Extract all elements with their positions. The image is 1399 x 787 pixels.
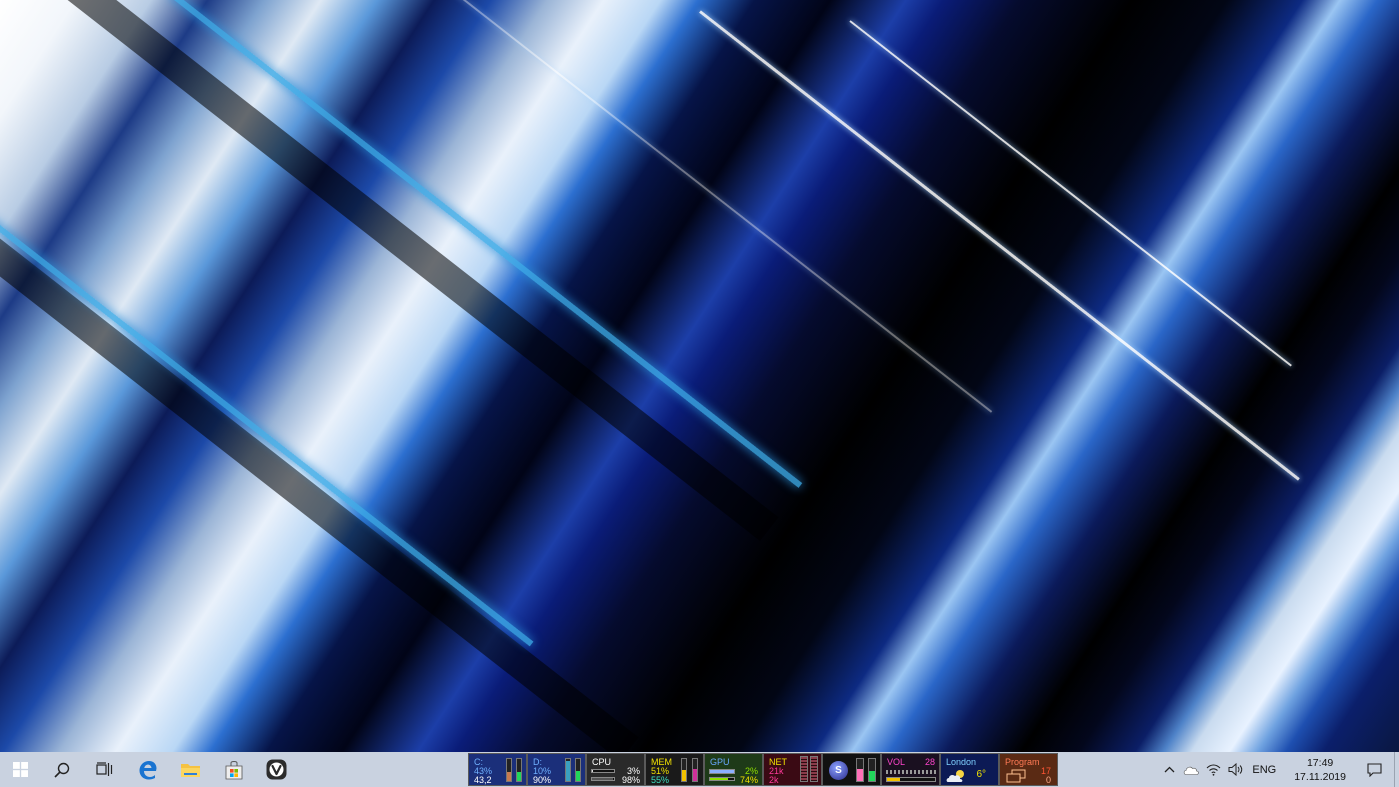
weather-city: London (946, 757, 977, 767)
start-button[interactable] (0, 752, 40, 787)
gpu-bar (709, 769, 735, 774)
system-tray: ENG 17:49 17.11.2019 (1158, 752, 1399, 787)
action-center-button[interactable] (1354, 752, 1394, 787)
show-desktop-button[interactable] (1394, 752, 1399, 787)
task-view-button[interactable] (83, 752, 126, 787)
drive-d-widget[interactable]: D: 10% 90% (527, 753, 586, 786)
memory-bar-2 (692, 758, 698, 782)
store-icon (225, 760, 242, 779)
input-language[interactable]: ENG (1246, 764, 1286, 776)
status-bar-2 (868, 758, 876, 782)
vivaldi-icon (266, 759, 287, 780)
edge-button[interactable] (126, 752, 169, 787)
volume-widget[interactable]: VOL 28 (881, 753, 940, 786)
chevron-up-icon (1164, 766, 1175, 773)
search-icon (53, 762, 69, 778)
wifi-icon (1206, 764, 1221, 776)
windows-stack-icon (1006, 769, 1026, 783)
volume-value: 28 (924, 757, 935, 767)
system-status-widget[interactable]: S (822, 753, 881, 786)
windows-logo-icon (12, 762, 28, 777)
wifi-button[interactable] (1202, 752, 1224, 787)
system-monitor-widgets: C: 43% 43,2 D: 10% 90% CPU 3% 98% MEM 51… (468, 752, 1058, 787)
volume-label: VOL (887, 757, 906, 767)
task-view-icon (96, 762, 113, 776)
program-label: Program (1005, 757, 1040, 767)
onedrive-icon (1184, 766, 1200, 775)
cpu-bar-2 (591, 777, 615, 781)
network-upload: 2k (769, 775, 779, 785)
gpu-widget[interactable]: GPU 2% 74% (704, 753, 763, 786)
drive-c-widget[interactable]: C: 43% 43,2 (468, 753, 527, 786)
cpu-bar (591, 769, 615, 773)
drive-d-bar (565, 758, 571, 782)
search-button[interactable] (40, 752, 83, 787)
drive-c-bar (506, 758, 512, 782)
edge-icon (139, 760, 156, 779)
drive-d-size: 90% (533, 775, 552, 785)
clock-time: 17:49 (1306, 756, 1334, 769)
file-explorer-button[interactable] (169, 752, 212, 787)
network-bar-2 (810, 756, 818, 782)
gpu-value-2: 74% (739, 775, 758, 785)
drive-d-bar-2 (575, 758, 581, 782)
onedrive-button[interactable] (1180, 752, 1202, 787)
drive-c-size: 43,2 (474, 775, 492, 785)
network-widget[interactable]: NET 21k 2k (763, 753, 822, 786)
network-bar (800, 756, 808, 782)
status-bar (856, 758, 864, 782)
store-button[interactable] (212, 752, 255, 787)
cpu-value-2: 98% (621, 775, 640, 785)
vivaldi-button[interactable] (255, 752, 298, 787)
volume-bar (886, 777, 936, 782)
clock-date: 17.11.2019 (1294, 770, 1346, 783)
memory-value-2: 55% (651, 775, 670, 785)
volume-scale (886, 770, 936, 774)
desktop-wallpaper (0, 0, 1399, 752)
weather-temp: 6° (976, 769, 986, 780)
memory-bar (681, 758, 687, 782)
gpu-bar-2 (709, 777, 735, 781)
cpu-label: CPU (592, 757, 612, 767)
gpu-label: GPU (710, 757, 730, 767)
program-widget[interactable]: Program 17 0 (999, 753, 1058, 786)
folder-icon (181, 764, 200, 777)
clock[interactable]: 17:49 17.11.2019 (1286, 756, 1354, 784)
status-s-icon: S (829, 761, 848, 780)
notification-icon (1366, 762, 1382, 777)
drive-c-bar-2 (516, 758, 522, 782)
program-value-2: 0 (1045, 775, 1051, 785)
cloud-sun-icon (946, 770, 964, 782)
volume-button[interactable] (1224, 752, 1246, 787)
speaker-icon (1228, 763, 1243, 776)
show-hidden-icons-button[interactable] (1158, 752, 1180, 787)
cpu-widget[interactable]: CPU 3% 98% (586, 753, 645, 786)
memory-widget[interactable]: MEM 51% 55% (645, 753, 704, 786)
weather-widget[interactable]: London 6° (940, 753, 999, 786)
